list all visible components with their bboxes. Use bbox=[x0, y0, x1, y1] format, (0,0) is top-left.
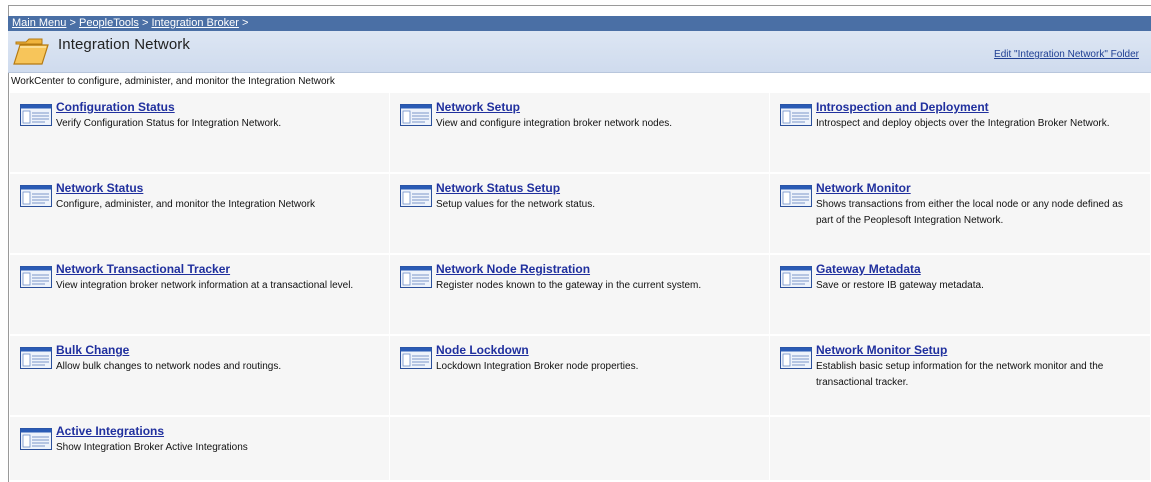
page-title: Integration Network bbox=[58, 36, 190, 53]
breadcrumb: Main Menu > PeopleTools > Integration Br… bbox=[8, 16, 1151, 31]
page-icon bbox=[400, 185, 432, 207]
network-monitor-setup-link[interactable]: Network Monitor Setup bbox=[816, 343, 947, 357]
gateway-metadata-link[interactable]: Gateway Metadata bbox=[816, 262, 921, 276]
list-item: Network Monitor Setup Establish basic se… bbox=[770, 336, 1151, 417]
empty-cell bbox=[770, 417, 1151, 482]
breadcrumb-separator: > bbox=[69, 17, 76, 29]
item-description: Establish basic setup information for th… bbox=[816, 361, 1104, 388]
item-description: Introspect and deploy objects over the I… bbox=[816, 118, 1110, 129]
network-status-link[interactable]: Network Status bbox=[56, 181, 143, 195]
list-item: Gateway Metadata Save or restore IB gate… bbox=[770, 255, 1151, 336]
workcenter-grid: Configuration Status Verify Configuratio… bbox=[10, 93, 1151, 482]
item-description: Lockdown Integration Broker node propert… bbox=[436, 361, 639, 372]
empty-cell bbox=[390, 417, 770, 482]
configuration-status-link[interactable]: Configuration Status bbox=[56, 100, 175, 114]
item-description: Setup values for the network status. bbox=[436, 199, 595, 210]
network-setup-link[interactable]: Network Setup bbox=[436, 100, 520, 114]
list-item: Network Node Registration Register nodes… bbox=[390, 255, 770, 336]
network-status-setup-link[interactable]: Network Status Setup bbox=[436, 181, 560, 195]
active-integrations-link[interactable]: Active Integrations bbox=[56, 424, 164, 438]
item-description: Shows transactions from either the local… bbox=[816, 199, 1123, 226]
item-description: Register nodes known to the gateway in t… bbox=[436, 280, 702, 291]
item-description: View integration broker network informat… bbox=[56, 280, 354, 291]
page-description: WorkCenter to configure, administer, and… bbox=[11, 76, 335, 87]
page-icon bbox=[780, 104, 812, 126]
page-icon bbox=[400, 104, 432, 126]
list-item: Network Setup View and configure integra… bbox=[390, 93, 770, 174]
list-item: Network Status Configure, administer, an… bbox=[10, 174, 390, 255]
page-icon bbox=[400, 347, 432, 369]
list-item: Bulk Change Allow bulk changes to networ… bbox=[10, 336, 390, 417]
page-icon bbox=[400, 266, 432, 288]
folder-icon bbox=[13, 38, 49, 65]
page-icon bbox=[20, 266, 52, 288]
network-node-registration-link[interactable]: Network Node Registration bbox=[436, 262, 590, 276]
item-description: Show Integration Broker Active Integrati… bbox=[56, 442, 248, 453]
breadcrumb-separator: > bbox=[141, 17, 149, 29]
page-icon bbox=[780, 266, 812, 288]
item-description: Configure, administer, and monitor the I… bbox=[56, 199, 316, 210]
page-icon bbox=[780, 347, 812, 369]
page-icon bbox=[20, 347, 52, 369]
list-item: Network Monitor Shows transactions from … bbox=[770, 174, 1151, 255]
list-item: Network Transactional Tracker View integ… bbox=[10, 255, 390, 336]
list-item: Node Lockdown Lockdown Integration Broke… bbox=[390, 336, 770, 417]
list-item: Network Status Setup Setup values for th… bbox=[390, 174, 770, 255]
network-transactional-tracker-link[interactable]: Network Transactional Tracker bbox=[56, 262, 230, 276]
list-item: Active Integrations Show Integration Bro… bbox=[10, 417, 390, 482]
page-icon bbox=[780, 185, 812, 207]
list-item: Introspection and Deployment Introspect … bbox=[770, 93, 1151, 174]
bulk-change-link[interactable]: Bulk Change bbox=[56, 343, 129, 357]
item-description: Allow bulk changes to network nodes and … bbox=[56, 361, 282, 372]
page-icon bbox=[20, 428, 52, 450]
network-monitor-link[interactable]: Network Monitor bbox=[816, 181, 911, 195]
breadcrumb-separator: > bbox=[241, 17, 249, 29]
breadcrumb-peopletools[interactable]: PeopleTools bbox=[79, 17, 139, 29]
list-item: Configuration Status Verify Configuratio… bbox=[10, 93, 390, 174]
page-icon bbox=[20, 104, 52, 126]
item-description: Save or restore IB gateway metadata. bbox=[816, 280, 984, 291]
node-lockdown-link[interactable]: Node Lockdown bbox=[436, 343, 529, 357]
item-description: Verify Configuration Status for Integrat… bbox=[56, 118, 282, 129]
edit-folder-link[interactable]: Edit "Integration Network" Folder bbox=[994, 49, 1139, 60]
introspection-deployment-link[interactable]: Introspection and Deployment bbox=[816, 100, 989, 114]
breadcrumb-integration-broker[interactable]: Integration Broker bbox=[151, 17, 238, 29]
page-icon bbox=[20, 185, 52, 207]
item-description: View and configure integration broker ne… bbox=[436, 118, 673, 129]
breadcrumb-main-menu[interactable]: Main Menu bbox=[12, 17, 66, 29]
